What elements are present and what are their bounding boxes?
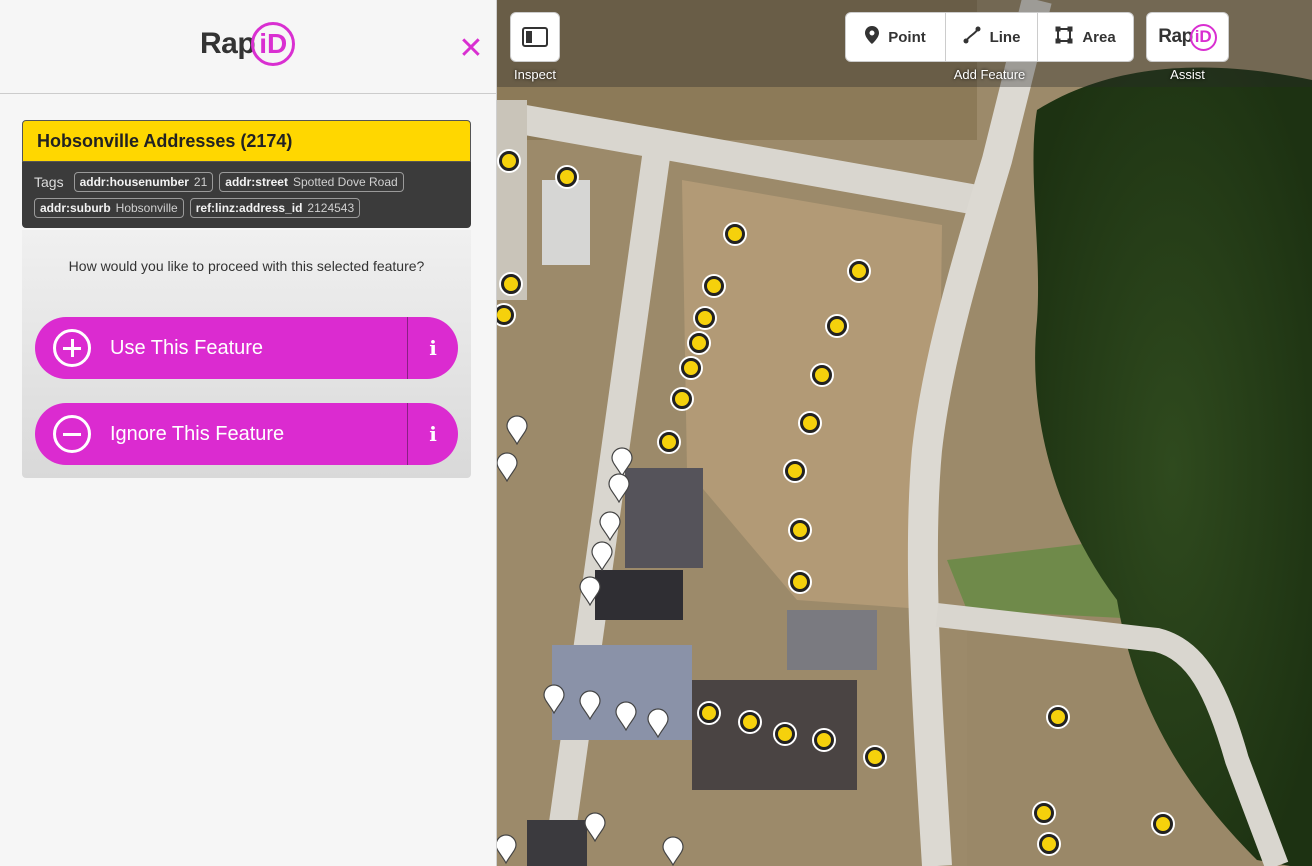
aerial-imagery [497, 0, 1312, 866]
address-point[interactable] [812, 365, 832, 385]
address-point[interactable] [790, 572, 810, 592]
logo-ring: iD [251, 22, 296, 66]
feature-title: Hobsonville Addresses (2174) [37, 130, 293, 151]
use-feature-label: Use This Feature [110, 336, 264, 359]
close-icon: ✕ [458, 32, 484, 65]
map-pin-icon[interactable] [662, 836, 684, 866]
info-icon[interactable]: i [407, 317, 458, 379]
inspect-caption: Inspect [514, 67, 556, 82]
line-icon [963, 26, 981, 49]
map-pin-icon[interactable] [497, 834, 517, 864]
action-prompt: How would you like to proceed with this … [68, 258, 425, 274]
rapid-assist-logo: Rap iD [1158, 23, 1217, 51]
rapid-logo: Rap iD [200, 22, 296, 66]
add-line-button[interactable]: Line [945, 12, 1038, 62]
tag-chip: ref:linz:address_id 2124543 [189, 198, 361, 219]
sidebar-toggle-icon [522, 27, 548, 47]
address-point[interactable] [1048, 707, 1068, 727]
inspect-button[interactable] [510, 12, 560, 62]
address-point[interactable] [790, 520, 810, 540]
tag-key: addr:suburb [40, 201, 111, 216]
address-point[interactable] [704, 276, 724, 296]
action-panel: How would you like to proceed with this … [22, 230, 471, 478]
feature-tags: Tags addr:housenumber 21 addr:street Spott… [22, 162, 471, 228]
tag-value: 2124543 [307, 201, 355, 216]
tag-value: Spotted Dove Road [292, 174, 398, 189]
address-point[interactable] [775, 724, 795, 744]
close-button[interactable]: ✕ [456, 34, 486, 64]
address-point[interactable] [725, 224, 745, 244]
sidebar: Rap iD ✕ Hobsonville Addresses (2174) Ta… [0, 0, 497, 866]
minus-circle-icon [53, 415, 91, 453]
ignore-feature-button[interactable]: Ignore This Feature i [35, 403, 458, 465]
map-pin-icon[interactable] [579, 690, 601, 720]
sidebar-header: Rap iD ✕ [0, 0, 496, 94]
address-point[interactable] [557, 167, 577, 187]
address-point[interactable] [699, 703, 719, 723]
address-point[interactable] [814, 730, 834, 750]
address-point[interactable] [1153, 814, 1173, 834]
address-point[interactable] [865, 747, 885, 767]
map-pin-icon[interactable] [591, 541, 613, 571]
assist-logo-text: Rap [1158, 26, 1193, 47]
address-point[interactable] [672, 389, 692, 409]
info-icon[interactable]: i [407, 403, 458, 465]
tags-label: Tags [34, 173, 64, 190]
address-point[interactable] [681, 358, 701, 378]
area-label: Area [1082, 28, 1116, 46]
map-pin-icon[interactable] [599, 511, 621, 541]
address-point[interactable] [499, 151, 519, 171]
plus-circle-icon [53, 329, 91, 367]
map-pin-icon[interactable] [506, 415, 528, 445]
add-point-button[interactable]: Point [845, 12, 946, 62]
map-pin-icon[interactable] [543, 684, 565, 714]
tag-chip: addr:suburb Hobsonville [34, 198, 184, 219]
map-pin-icon[interactable] [579, 576, 601, 606]
tag-chip: addr:housenumber 21 [73, 171, 214, 192]
address-point[interactable] [827, 316, 847, 336]
tag-key: ref:linz:address_id [195, 201, 303, 216]
assist-caption: Assist [1170, 67, 1205, 82]
address-point[interactable] [740, 712, 760, 732]
map-toolbar: Point Line Area Rap iD Inspect Add Featu… [497, 0, 1312, 87]
point-label: Point [888, 28, 926, 46]
address-point[interactable] [785, 461, 805, 481]
map-pin-icon[interactable] [647, 708, 669, 738]
feature-card: Hobsonville Addresses (2174) Tags addr:h… [22, 120, 471, 228]
ignore-feature-label: Ignore This Feature [110, 422, 285, 445]
tag-value: 21 [193, 174, 208, 189]
address-point[interactable] [501, 274, 521, 294]
address-point[interactable] [1039, 834, 1059, 854]
tag-key: addr:street [225, 174, 288, 189]
assist-logo-ring: iD [1189, 23, 1217, 51]
tag-value: Hobsonville [115, 201, 178, 216]
add-area-button[interactable]: Area [1037, 12, 1134, 62]
feature-title-bar: Hobsonville Addresses (2174) [22, 120, 471, 162]
address-point[interactable] [659, 432, 679, 452]
address-point[interactable] [849, 261, 869, 281]
map-pin-icon[interactable] [615, 701, 637, 731]
add-feature-caption: Add Feature [953, 67, 1026, 82]
line-label: Line [989, 28, 1021, 46]
tag-chip: addr:street Spotted Dove Road [219, 171, 404, 192]
tag-key: addr:housenumber [79, 174, 189, 189]
map-pin-icon[interactable] [584, 812, 606, 842]
use-feature-button[interactable]: Use This Feature i [35, 317, 458, 379]
address-point[interactable] [689, 333, 709, 353]
map-view[interactable]: Point Line Area Rap iD Inspect Add Featu… [497, 0, 1312, 866]
address-point[interactable] [1034, 803, 1054, 823]
map-pin-icon[interactable] [497, 452, 518, 482]
map-pin-icon[interactable] [608, 473, 630, 503]
map-marker-icon [865, 25, 880, 49]
logo-text: Rap [200, 27, 256, 60]
assist-button[interactable]: Rap iD [1146, 12, 1229, 62]
address-point[interactable] [800, 413, 820, 433]
area-icon [1055, 26, 1073, 49]
address-point[interactable] [695, 308, 715, 328]
